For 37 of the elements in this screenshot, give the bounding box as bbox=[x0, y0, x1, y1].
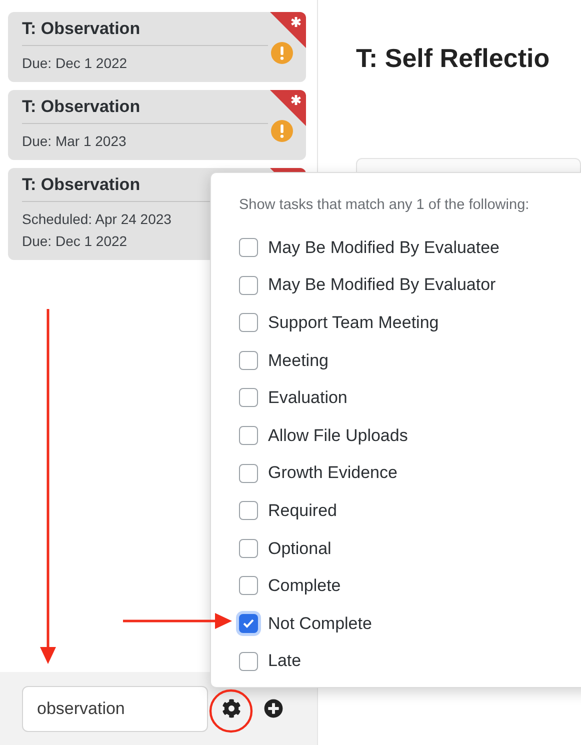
task-date: Due: Mar 1 2023 bbox=[22, 132, 126, 150]
search-field[interactable]: observation bbox=[22, 686, 208, 732]
checkbox[interactable] bbox=[239, 238, 258, 258]
filter-option[interactable]: Allow File Uploads bbox=[239, 416, 581, 454]
filter-option[interactable]: Required bbox=[239, 492, 581, 530]
checkbox[interactable] bbox=[239, 464, 258, 483]
filter-option[interactable]: Evaluation bbox=[239, 379, 581, 417]
task-title: T: Observation bbox=[22, 97, 268, 124]
task-date: Scheduled: Apr 24 2023 bbox=[22, 210, 172, 228]
checkbox[interactable] bbox=[239, 426, 258, 446]
checkbox[interactable] bbox=[239, 350, 258, 370]
task-card[interactable]: T: Observation Due: Mar 1 2023 bbox=[8, 90, 306, 160]
checkbox[interactable] bbox=[239, 313, 258, 332]
task-card[interactable]: T: Observation Due: Dec 1 2022 bbox=[8, 12, 306, 82]
checkbox[interactable] bbox=[239, 501, 258, 520]
filter-option[interactable]: Late bbox=[239, 642, 581, 680]
task-date: Due: Dec 1 2022 bbox=[22, 54, 128, 72]
filter-option[interactable]: Not Complete bbox=[239, 604, 581, 642]
filter-option[interactable]: Growth Evidence bbox=[239, 454, 581, 492]
filter-option[interactable]: May Be Modified By Evaluator bbox=[239, 266, 581, 304]
filter-option[interactable]: Complete bbox=[239, 567, 581, 605]
checkbox[interactable] bbox=[239, 538, 258, 558]
checkbox[interactable] bbox=[239, 614, 258, 633]
task-title: T: Observation bbox=[22, 19, 268, 46]
checkbox[interactable] bbox=[239, 388, 258, 408]
settings-button[interactable] bbox=[220, 698, 242, 720]
annotation-circle bbox=[209, 689, 253, 733]
checkbox[interactable] bbox=[239, 276, 258, 295]
filter-option[interactable]: Support Team Meeting bbox=[239, 304, 581, 342]
checkbox[interactable] bbox=[239, 652, 258, 671]
page-heading: T: Self Reflectio bbox=[356, 42, 551, 74]
checkbox[interactable] bbox=[239, 576, 258, 596]
checkmark-icon bbox=[243, 618, 254, 628]
add-button[interactable] bbox=[262, 698, 284, 720]
task-date: Due: Dec 1 2022 bbox=[22, 232, 128, 250]
filter-option[interactable]: Meeting bbox=[239, 342, 581, 380]
filter-option[interactable]: Optional bbox=[239, 530, 581, 568]
